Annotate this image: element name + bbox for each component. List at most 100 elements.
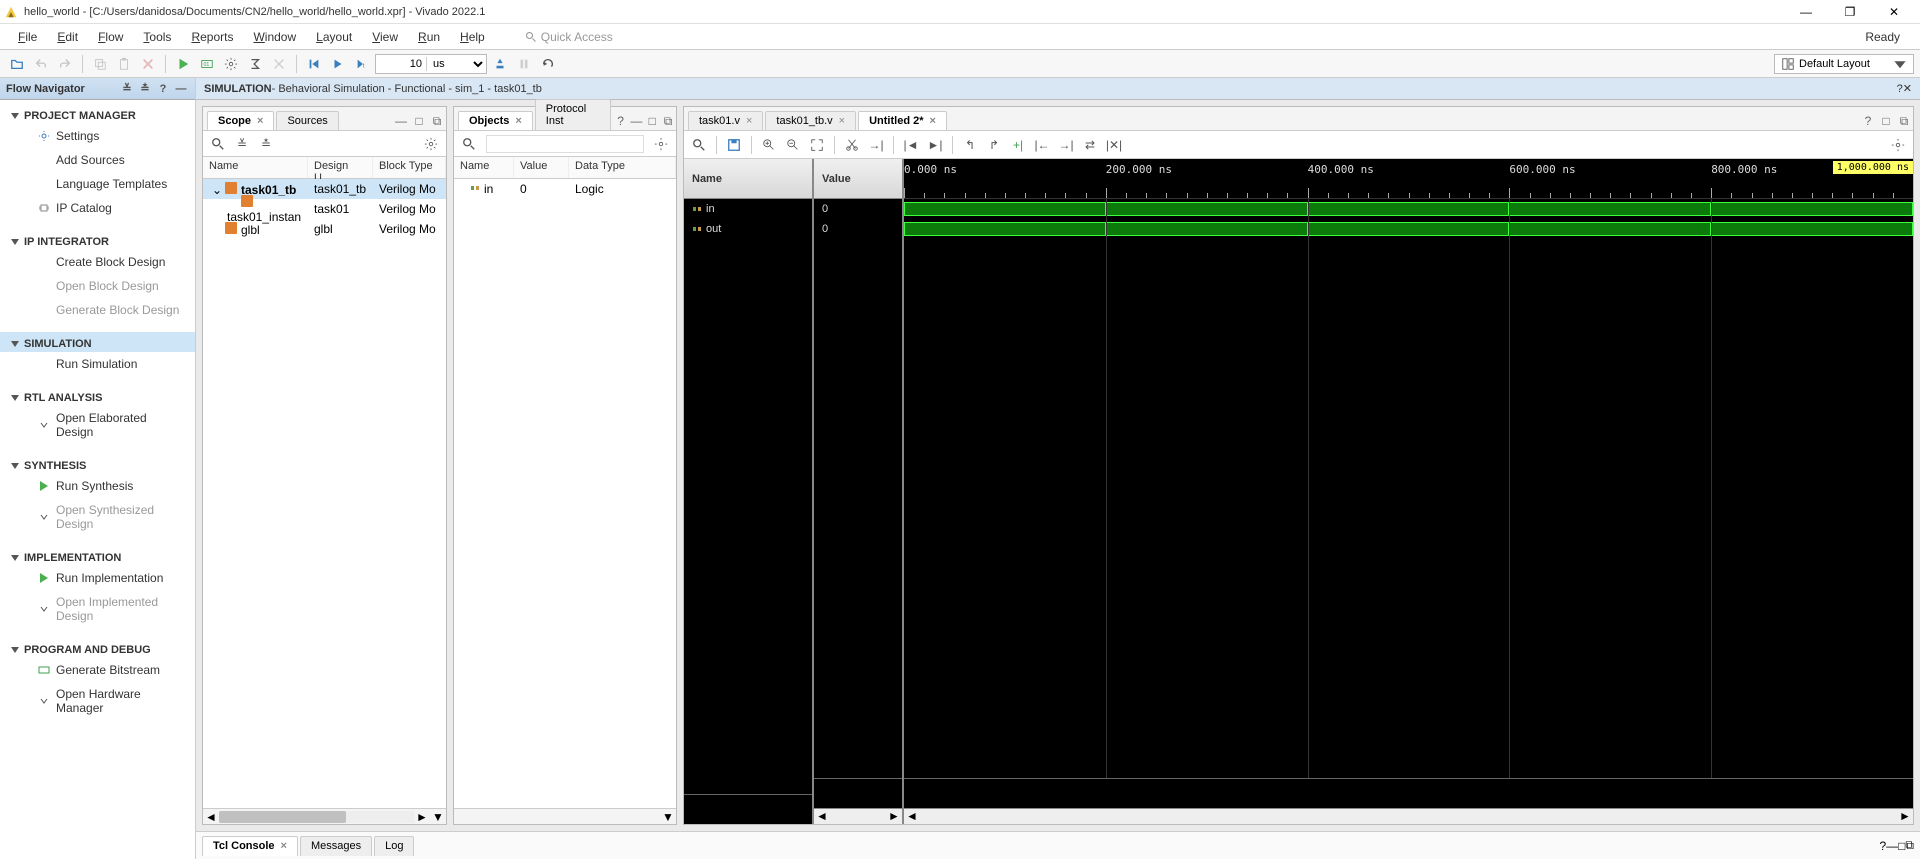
nav-item-open-elaborated-design[interactable]: Open Elaborated Design — [0, 406, 195, 444]
nav-item-language-templates[interactable]: Language Templates — [0, 172, 195, 196]
expand-all-icon[interactable]: ≛ — [255, 133, 277, 155]
close-icon[interactable]: × — [257, 115, 263, 127]
tab-messages[interactable]: Messages — [300, 836, 372, 856]
tab-scope[interactable]: Scope× — [207, 111, 274, 130]
nav-item-settings[interactable]: Settings — [0, 124, 195, 148]
menu-tools[interactable]: Tools — [133, 26, 181, 48]
redo-button[interactable] — [54, 53, 76, 75]
help-icon[interactable]: ? — [1859, 112, 1877, 130]
gear-icon[interactable] — [1887, 134, 1909, 156]
collapse-all-icon[interactable]: ≚ — [231, 133, 253, 155]
nav-section-program-and-debug[interactable]: PROGRAM AND DEBUG — [0, 638, 195, 658]
go-to-cursor-icon[interactable]: →| — [865, 134, 887, 156]
nav-section-ip-integrator[interactable]: IP INTEGRATOR — [0, 230, 195, 250]
maximize-panel-icon[interactable]: □ — [1898, 839, 1905, 853]
nav-section-implementation[interactable]: IMPLEMENTATION — [0, 546, 195, 566]
zoom-in-icon[interactable] — [758, 134, 780, 156]
prev-marker-icon[interactable]: |← — [1031, 134, 1053, 156]
tab-task01-v[interactable]: task01.v× — [688, 111, 763, 130]
nav-item-add-sources[interactable]: Add Sources — [0, 148, 195, 172]
waveform-row[interactable] — [904, 219, 1913, 239]
help-icon[interactable]: ? — [1879, 839, 1886, 853]
search-input[interactable] — [486, 135, 644, 153]
signal-name-row[interactable]: out — [684, 219, 812, 239]
horizontal-scrollbar[interactable]: ▼ — [454, 808, 676, 824]
menu-layout[interactable]: Layout — [306, 26, 362, 48]
float-panel-icon[interactable]: ⧉ — [428, 112, 446, 130]
search-icon[interactable] — [207, 133, 229, 155]
run-time-value[interactable] — [376, 58, 426, 70]
minimize-button[interactable]: — — [1784, 3, 1828, 21]
scope-row[interactable]: task01_instantask01Verilog Mo — [203, 199, 446, 219]
next-marker-icon[interactable]: →| — [1055, 134, 1077, 156]
close-button[interactable]: ✕ — [1872, 3, 1916, 21]
run-for-button[interactable]: t — [351, 53, 373, 75]
paste-button[interactable] — [113, 53, 135, 75]
delete-marker-icon[interactable]: |✕| — [1103, 134, 1125, 156]
delete-button[interactable] — [137, 53, 159, 75]
expand-all-icon[interactable]: ≛ — [137, 81, 153, 97]
tab-tcl-console[interactable]: Tcl Console× — [202, 836, 298, 856]
add-marker-icon[interactable]: +| — [1007, 134, 1029, 156]
tab-untitled-2[interactable]: Untitled 2*× — [858, 111, 947, 130]
menu-run[interactable]: Run — [408, 26, 450, 48]
nav-item-run-simulation[interactable]: Run Simulation — [0, 352, 195, 376]
help-icon[interactable]: ? — [613, 112, 629, 130]
menu-view[interactable]: View — [362, 26, 408, 48]
menu-help[interactable]: Help — [450, 26, 495, 48]
pause-button[interactable] — [513, 53, 535, 75]
menu-flow[interactable]: Flow — [88, 26, 133, 48]
minimize-panel-icon[interactable]: — — [1886, 839, 1898, 853]
minimize-panel-icon[interactable]: — — [628, 112, 644, 130]
settings-button[interactable] — [220, 53, 242, 75]
zoom-fit-icon[interactable] — [806, 134, 828, 156]
run-time-input[interactable]: us — [375, 54, 487, 74]
search-icon[interactable] — [688, 134, 710, 156]
float-panel-icon[interactable]: ⧉ — [1905, 838, 1914, 853]
nav-section-rtl-analysis[interactable]: RTL ANALYSIS — [0, 386, 195, 406]
nav-item-open-hardware-manager[interactable]: Open Hardware Manager — [0, 682, 195, 720]
float-panel-icon[interactable]: ⧉ — [660, 112, 676, 130]
copy-button[interactable] — [89, 53, 111, 75]
go-to-start-icon[interactable]: |◄ — [900, 134, 922, 156]
nav-section-project-manager[interactable]: PROJECT MANAGER — [0, 104, 195, 124]
relaunch-button[interactable] — [537, 53, 559, 75]
layout-selector[interactable]: Default Layout — [1774, 54, 1914, 74]
help-icon[interactable]: ? — [155, 81, 171, 97]
nav-item-run-implementation[interactable]: Run Implementation — [0, 566, 195, 590]
nav-item-generate-block-design[interactable]: Generate Block Design — [0, 298, 195, 322]
open-file-button[interactable] — [6, 53, 28, 75]
run-all-button[interactable] — [327, 53, 349, 75]
next-transition-icon[interactable]: ↱ — [983, 134, 1005, 156]
menu-reports[interactable]: Reports — [181, 26, 243, 48]
nav-item-open-implemented-design[interactable]: Open Implemented Design — [0, 590, 195, 628]
gear-icon[interactable] — [650, 133, 672, 155]
collapse-expand-icon[interactable]: ≚ — [119, 81, 135, 97]
waveform-row[interactable] — [904, 199, 1913, 219]
quick-access-search[interactable]: Quick Access — [525, 30, 613, 44]
sigma-button[interactable] — [244, 53, 266, 75]
run-time-unit[interactable]: us — [426, 57, 486, 71]
wave-plot-area[interactable]: 1,000.000 ns 0.000 ns200.000 ns400.000 n… — [904, 159, 1913, 824]
swap-markers-icon[interactable]: ⇄ — [1079, 134, 1101, 156]
run-button[interactable] — [172, 53, 194, 75]
maximize-panel-icon[interactable]: □ — [1877, 112, 1895, 130]
step-button[interactable] — [489, 53, 511, 75]
nav-item-open-block-design[interactable]: Open Block Design — [0, 274, 195, 298]
generate-bitstream-button[interactable]: 01 — [196, 53, 218, 75]
horizontal-scrollbar[interactable]: ◄ ► ▼ — [203, 808, 446, 824]
menu-window[interactable]: Window — [243, 26, 306, 48]
scope-row[interactable]: glblglblVerilog Mo — [203, 219, 446, 239]
nav-section-simulation[interactable]: SIMULATION — [0, 332, 195, 352]
tab-sources[interactable]: Sources — [276, 111, 338, 130]
search-icon[interactable] — [458, 133, 480, 155]
tab-task01-tb-v[interactable]: task01_tb.v× — [765, 111, 856, 130]
float-panel-icon[interactable]: ⧉ — [1895, 112, 1913, 130]
menu-edit[interactable]: Edit — [47, 26, 88, 48]
maximize-button[interactable]: ❐ — [1828, 3, 1872, 21]
nav-item-ip-catalog[interactable]: IP Catalog — [0, 196, 195, 220]
tab-protocol-inst[interactable]: Protocol Inst — [535, 99, 611, 130]
undo-button[interactable] — [30, 53, 52, 75]
prev-transition-icon[interactable]: ↰ — [959, 134, 981, 156]
maximize-panel-icon[interactable]: □ — [410, 112, 428, 130]
